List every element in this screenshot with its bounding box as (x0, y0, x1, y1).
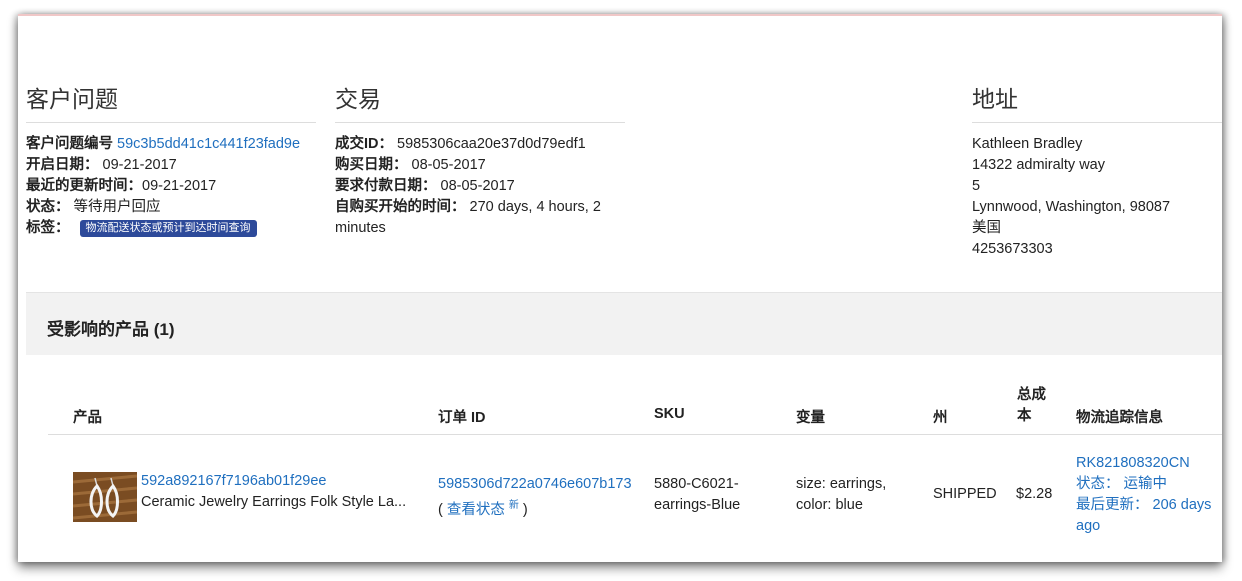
transaction-section-title: 交易 (335, 80, 625, 123)
sku-cell: 5880-C6021- earrings-Blue (654, 474, 740, 516)
col-header-state: 州 (933, 410, 948, 426)
address-phone: 4253673303 (972, 241, 1053, 257)
variant-line1: size: earrings, (796, 476, 887, 492)
col-header-total: 总成 本 (1017, 385, 1046, 427)
product-id-link[interactable]: 592a892167f7196ab01f29ee (141, 473, 326, 489)
product-cell: 592a892167f7196ab01f29ee Ceramic Jewelry… (141, 471, 406, 513)
col-header-total-line2: 本 (1017, 408, 1032, 424)
tracking-updated-cont: ago (1076, 518, 1101, 534)
col-header-total-line1: 总成 (1017, 387, 1046, 403)
open-date-value: 09-21-2017 (102, 157, 177, 173)
variant-line2: color: blue (796, 497, 863, 513)
purchase-date-label: 购买日期： (335, 157, 408, 173)
sku-line2: earrings-Blue (654, 497, 741, 513)
tracking-cell: RK821808320CN 状态： 运输中 最后更新： 206 days ago (1076, 453, 1211, 537)
issue-info: 客户问题编号 59c3b5dd41c1c441f23fad9e 开启日期： 09… (26, 134, 300, 239)
transaction-info: 成交ID： 5985306caa20e37d0d79edf1 购买日期： 08-… (335, 134, 635, 239)
updated-value: 09-21-2017 (142, 178, 217, 194)
col-header-order-id: 订单 ID (438, 410, 486, 426)
tracking-updated: 最后更新： 206 days (1076, 497, 1212, 513)
address-name: Kathleen Bradley (972, 136, 1083, 152)
product-thumbnail[interactable] (73, 472, 137, 522)
view-status-link[interactable]: 查看状态 (447, 502, 505, 518)
variant-cell: size: earrings, color: blue (796, 474, 886, 516)
address-street: 14322 admiralty way (972, 157, 1105, 173)
address-info: Kathleen Bradley 14322 admiralty way 5 L… (972, 134, 1170, 260)
table-header-divider (48, 434, 1222, 435)
affected-products-header: 受影响的产品 (1) (26, 292, 1222, 355)
transaction-id-value: 5985306caa20e37d0d79edf1 (397, 136, 586, 152)
col-header-tracking: 物流追踪信息 (1076, 410, 1163, 426)
affected-products-title: 受影响的产品 (1) (47, 320, 175, 339)
earrings-image-icon (73, 472, 137, 522)
since-purchase-value: 270 days, 4 hours, 2 (469, 199, 601, 215)
transaction-id-label: 成交ID： (335, 136, 393, 152)
tag-label: 标签： (26, 220, 70, 236)
tracking-number-link[interactable]: RK821808320CN (1076, 455, 1190, 471)
address-country: 美国 (972, 220, 1001, 236)
payment-date-label: 要求付款日期： (335, 178, 437, 194)
tracking-status: 状态： 运输中 (1076, 476, 1168, 492)
payment-date-value: 08-05-2017 (440, 178, 515, 194)
address-unit: 5 (972, 178, 981, 194)
new-badge: 新 (508, 500, 519, 511)
issue-tag-badge[interactable]: 物流配送状态或预计到达时间查询 (79, 219, 257, 237)
product-name: Ceramic Jewelry Earrings Folk Style La..… (141, 494, 407, 510)
open-date-label: 开启日期： (26, 157, 99, 173)
purchase-date-value: 08-05-2017 (411, 157, 486, 173)
updated-label: 最近的更新时间： (26, 178, 142, 194)
issue-id-link[interactable]: 59c3b5dd41c1c441f23fad9e (117, 136, 300, 152)
address-city: Lynnwood, Washington, 98087 (972, 199, 1171, 215)
status-value: 等待用户回应 (73, 199, 161, 215)
col-header-sku: SKU (654, 406, 685, 422)
address-section-title: 地址 (972, 80, 1222, 123)
col-header-variant: 变量 (796, 410, 825, 426)
col-header-product: 产品 (73, 410, 102, 426)
status-label: 状态： (26, 199, 70, 215)
total-cell: $2.28 (1016, 486, 1053, 502)
order-id-link[interactable]: 5985306d722a0746e607b173 (438, 476, 632, 492)
order-id-cell: 5985306d722a0746e607b173 ( 查看状态 新 ) (438, 476, 632, 518)
state-cell: SHIPPED (933, 486, 997, 502)
since-purchase-label: 自购买开始的时间： (335, 199, 466, 215)
since-purchase-value-cont: minutes (335, 220, 386, 236)
sku-line1: 5880-C6021- (654, 476, 739, 492)
issue-id-label: 客户问题编号 (26, 136, 113, 152)
issue-section-title: 客户问题 (26, 80, 316, 123)
